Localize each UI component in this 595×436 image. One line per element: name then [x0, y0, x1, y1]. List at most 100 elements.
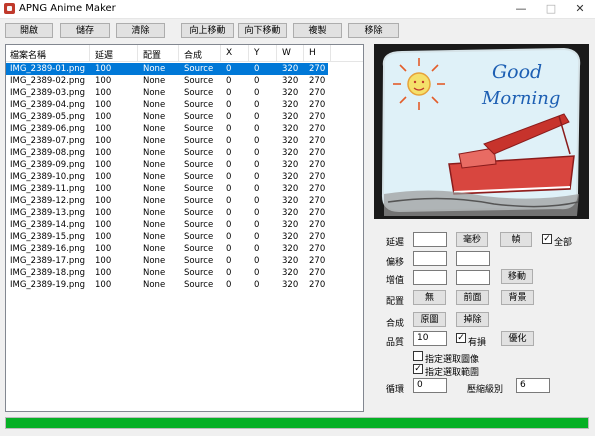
column-header-y[interactable]: Y: [254, 48, 260, 58]
cell-dispose: None: [143, 256, 166, 266]
minimize-icon[interactable]: —: [506, 0, 536, 18]
cell-y: 0: [254, 268, 260, 278]
cell-h: 270: [309, 208, 326, 218]
column-header-w[interactable]: W: [282, 48, 291, 58]
table-row[interactable]: IMG_2389-17.png 100 None Source 0 0 320 270: [6, 255, 328, 267]
cell-x: 0: [226, 112, 232, 122]
move-up-button[interactable]: 向上移動: [181, 23, 234, 38]
quality-input[interactable]: 10: [413, 331, 447, 346]
cell-blend: Source: [184, 112, 214, 122]
table-row[interactable]: IMG_2389-02.png 100 None Source 0 0 320 270: [6, 75, 328, 87]
cell-dispose: None: [143, 208, 166, 218]
move-down-button[interactable]: 向下移動: [238, 23, 287, 38]
select-range-checkbox[interactable]: ✓: [413, 364, 423, 374]
cell-h: 270: [309, 256, 326, 266]
cell-x: 0: [226, 196, 232, 206]
table-row[interactable]: IMG_2389-18.png 100 None Source 0 0 320 270: [6, 267, 328, 279]
compression-input[interactable]: 6: [516, 378, 550, 393]
cell-y: 0: [254, 148, 260, 158]
dispose-front-button[interactable]: 前面: [456, 290, 489, 305]
cell-delay: 100: [95, 160, 112, 170]
cell-h: 270: [309, 268, 326, 278]
move-button[interactable]: 移動: [501, 269, 533, 284]
cell-blend: Source: [184, 268, 214, 278]
table-row[interactable]: IMG_2389-14.png 100 None Source 0 0 320 270: [6, 219, 328, 231]
table-row[interactable]: IMG_2389-16.png 100 None Source 0 0 320 270: [6, 243, 328, 255]
cell-dispose: None: [143, 136, 166, 146]
table-row[interactable]: IMG_2389-13.png 100 None Source 0 0 320 270: [6, 207, 328, 219]
remove-button[interactable]: 移除: [348, 23, 399, 38]
dispose-background-button[interactable]: 背景: [501, 290, 534, 305]
cell-h: 270: [309, 112, 326, 122]
cell-x: 0: [226, 208, 232, 218]
preview-caption-morning: Morning: [481, 88, 560, 109]
table-row[interactable]: IMG_2389-19.png 100 None Source 0 0 320 270: [6, 279, 328, 291]
table-row[interactable]: IMG_2389-15.png 100 None Source 0 0 320 270: [6, 231, 328, 243]
table-row[interactable]: IMG_2389-07.png 100 None Source 0 0 320 270: [6, 135, 328, 147]
open-button[interactable]: 開啟: [5, 23, 53, 38]
offset-y-input[interactable]: [456, 251, 490, 266]
cell-delay: 100: [95, 256, 112, 266]
cell-delay: 100: [95, 220, 112, 230]
increment-y-input[interactable]: [456, 270, 490, 285]
all-checkbox[interactable]: ✓: [542, 234, 552, 244]
cell-y: 0: [254, 76, 260, 86]
cell-w: 320: [282, 256, 299, 266]
table-row[interactable]: IMG_2389-04.png 100 None Source 0 0 320 270: [6, 99, 328, 111]
cell-w: 320: [282, 196, 299, 206]
loop-input[interactable]: 0: [413, 378, 447, 393]
table-row[interactable]: IMG_2389-05.png 100 None Source 0 0 320 270: [6, 111, 328, 123]
column-header-filename[interactable]: 檔案名稱: [10, 48, 46, 61]
table-row[interactable]: IMG_2389-10.png 100 None Source 0 0 320 270: [6, 171, 328, 183]
cell-w: 320: [282, 100, 299, 110]
increment-x-input[interactable]: [413, 270, 447, 285]
cell-dispose: None: [143, 184, 166, 194]
cell-delay: 100: [95, 196, 112, 206]
close-icon[interactable]: ✕: [565, 0, 595, 18]
table-row[interactable]: IMG_2389-11.png 100 None Source 0 0 320 270: [6, 183, 328, 195]
delay-label: 延遲: [386, 238, 405, 248]
column-header-blend[interactable]: 合成: [184, 48, 202, 61]
table-row[interactable]: IMG_2389-08.png 100 None Source 0 0 320 270: [6, 147, 328, 159]
clear-button[interactable]: 清除: [116, 23, 165, 38]
blend-over-button[interactable]: 掉除: [456, 312, 489, 327]
cell-w: 320: [282, 184, 299, 194]
cell-blend: Source: [184, 196, 214, 206]
select-image-checkbox[interactable]: [413, 351, 423, 361]
cell-dispose: None: [143, 160, 166, 170]
table-row[interactable]: IMG_2389-09.png 100 None Source 0 0 320 270: [6, 159, 328, 171]
cell-dispose: None: [143, 196, 166, 206]
table-row[interactable]: IMG_2389-12.png 100 None Source 0 0 320 270: [6, 195, 328, 207]
cell-y: 0: [254, 220, 260, 230]
cell-dispose: None: [143, 244, 166, 254]
cell-w: 320: [282, 172, 299, 182]
table-row[interactable]: IMG_2389-01.png 100 None Source 0 0 320 270: [6, 63, 328, 75]
optimize-button[interactable]: 優化: [501, 331, 534, 346]
preview-caption-good: Good: [492, 61, 542, 83]
offset-x-input[interactable]: [413, 251, 447, 266]
cell-blend: Source: [184, 256, 214, 266]
cell-x: 0: [226, 280, 232, 290]
cell-y: 0: [254, 184, 260, 194]
save-button[interactable]: 儲存: [60, 23, 110, 38]
cell-dispose: None: [143, 232, 166, 242]
blend-source-button[interactable]: 原圖: [413, 312, 446, 327]
cell-w: 320: [282, 160, 299, 170]
cell-dispose: None: [143, 268, 166, 278]
table-row[interactable]: IMG_2389-06.png 100 None Source 0 0 320 270: [6, 123, 328, 135]
column-header-dispose[interactable]: 配置: [143, 48, 161, 61]
progress-fill: [6, 418, 588, 428]
column-header-h[interactable]: H: [309, 48, 316, 58]
lossy-checkbox[interactable]: ✓: [456, 333, 466, 343]
dispose-none-button[interactable]: 無: [413, 290, 446, 305]
column-header-x[interactable]: X: [226, 48, 232, 58]
copy-button[interactable]: 複製: [293, 23, 342, 38]
delay-input[interactable]: [413, 232, 447, 247]
frame-button[interactable]: 幀: [500, 232, 532, 247]
frame-list[interactable]: 檔案名稱 延遲 配置 合成 X Y W H IMG_2389-01.png 100…: [5, 44, 364, 412]
column-header-delay[interactable]: 延遲: [95, 48, 113, 61]
maximize-icon[interactable]: □: [536, 0, 566, 18]
cell-filename: IMG_2389-02.png: [10, 76, 86, 86]
delay-unit-button[interactable]: 毫秒: [456, 232, 488, 247]
table-row[interactable]: IMG_2389-03.png 100 None Source 0 0 320 270: [6, 87, 328, 99]
